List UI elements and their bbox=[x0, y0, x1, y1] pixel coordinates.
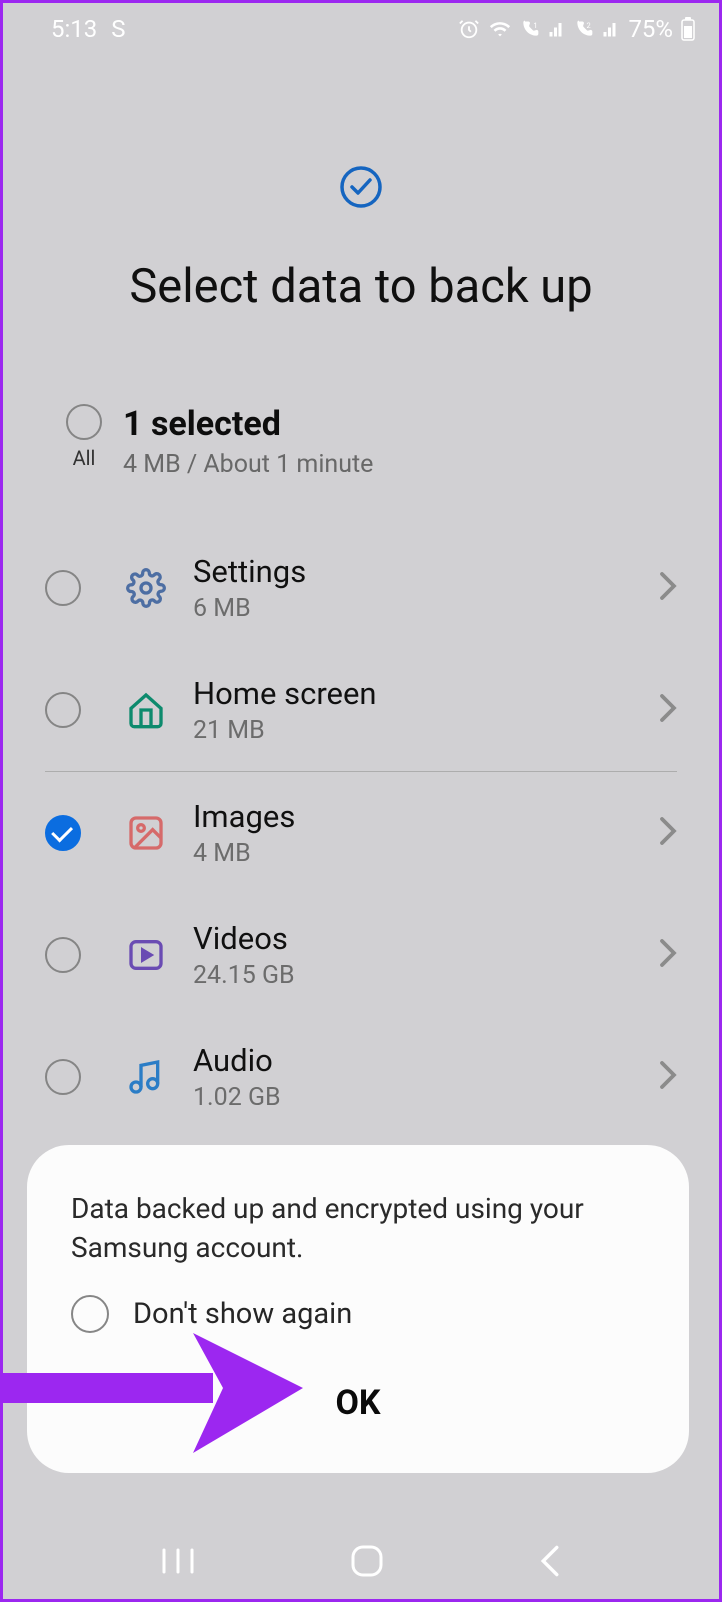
list-item-settings[interactable]: Settings 6 MB bbox=[3, 527, 719, 649]
item-size: 21 MB bbox=[193, 716, 659, 745]
item-size: 24.15 GB bbox=[193, 961, 659, 990]
status-bar: 5:13 S 1 2 75% bbox=[3, 3, 719, 55]
wifi-icon bbox=[488, 18, 512, 40]
dont-show-checkbox[interactable] bbox=[71, 1295, 109, 1333]
page-header: Select data to back up bbox=[3, 55, 719, 404]
item-label: Settings bbox=[193, 553, 659, 590]
item-label: Home screen bbox=[193, 675, 659, 712]
video-icon bbox=[117, 935, 175, 975]
ok-button[interactable]: OK bbox=[71, 1363, 645, 1443]
system-nav-bar bbox=[3, 1523, 719, 1599]
info-popup: Data backed up and encrypted using your … bbox=[27, 1145, 689, 1473]
audio-icon bbox=[117, 1057, 175, 1097]
item-size: 4 MB bbox=[193, 839, 659, 868]
back-button[interactable] bbox=[536, 1544, 564, 1578]
svg-text:1: 1 bbox=[534, 21, 538, 30]
status-time: 5:13 bbox=[51, 15, 97, 43]
home-icon bbox=[117, 690, 175, 730]
select-all-label: All bbox=[73, 446, 96, 470]
checkbox-home-screen[interactable] bbox=[45, 692, 81, 728]
selected-count: 1 selected bbox=[123, 404, 373, 444]
item-label: Images bbox=[193, 798, 659, 835]
backup-items-list: Settings 6 MB Home screen 21 MB bbox=[3, 527, 719, 1138]
item-label: Videos bbox=[193, 920, 659, 957]
page-title: Select data to back up bbox=[33, 259, 689, 314]
checkbox-videos[interactable] bbox=[45, 937, 81, 973]
item-size: 1.02 GB bbox=[193, 1083, 659, 1112]
signal1-icon bbox=[548, 20, 566, 38]
recents-button[interactable] bbox=[158, 1546, 198, 1576]
checkbox-audio[interactable] bbox=[45, 1059, 81, 1095]
list-item-images[interactable]: Images 4 MB bbox=[3, 772, 719, 894]
chevron-right-icon bbox=[659, 693, 677, 727]
image-icon bbox=[117, 813, 175, 853]
chevron-right-icon bbox=[659, 938, 677, 972]
svg-text:2: 2 bbox=[587, 21, 591, 30]
selection-summary: All 1 selected 4 MB / About 1 minute bbox=[3, 404, 719, 527]
item-size: 6 MB bbox=[193, 594, 659, 623]
selected-details: 4 MB / About 1 minute bbox=[123, 450, 373, 479]
sim2-call-icon: 2 bbox=[574, 19, 594, 39]
sim1-call-icon: 1 bbox=[520, 19, 540, 39]
dont-show-label: Don't show again bbox=[133, 1297, 352, 1331]
list-item-audio[interactable]: Audio 1.02 GB bbox=[3, 1016, 719, 1138]
list-item-home-screen[interactable]: Home screen 21 MB bbox=[3, 649, 719, 771]
gear-icon bbox=[117, 568, 175, 608]
battery-icon bbox=[681, 17, 695, 41]
select-all-checkbox[interactable] bbox=[66, 404, 102, 440]
list-item-videos[interactable]: Videos 24.15 GB bbox=[3, 894, 719, 1016]
check-circle-icon bbox=[33, 165, 689, 209]
battery-percentage: 75% bbox=[628, 15, 673, 43]
chevron-right-icon bbox=[659, 1060, 677, 1094]
alarm-icon bbox=[458, 18, 480, 40]
home-button[interactable] bbox=[349, 1543, 385, 1579]
popup-message: Data backed up and encrypted using your … bbox=[71, 1189, 645, 1267]
status-app-indicator: S bbox=[111, 15, 125, 43]
chevron-right-icon bbox=[659, 816, 677, 850]
signal2-icon bbox=[602, 20, 620, 38]
item-label: Audio bbox=[193, 1042, 659, 1079]
checkbox-images[interactable] bbox=[45, 815, 81, 851]
checkbox-settings[interactable] bbox=[45, 570, 81, 606]
dont-show-again-row[interactable]: Don't show again bbox=[71, 1295, 645, 1333]
chevron-right-icon bbox=[659, 571, 677, 605]
